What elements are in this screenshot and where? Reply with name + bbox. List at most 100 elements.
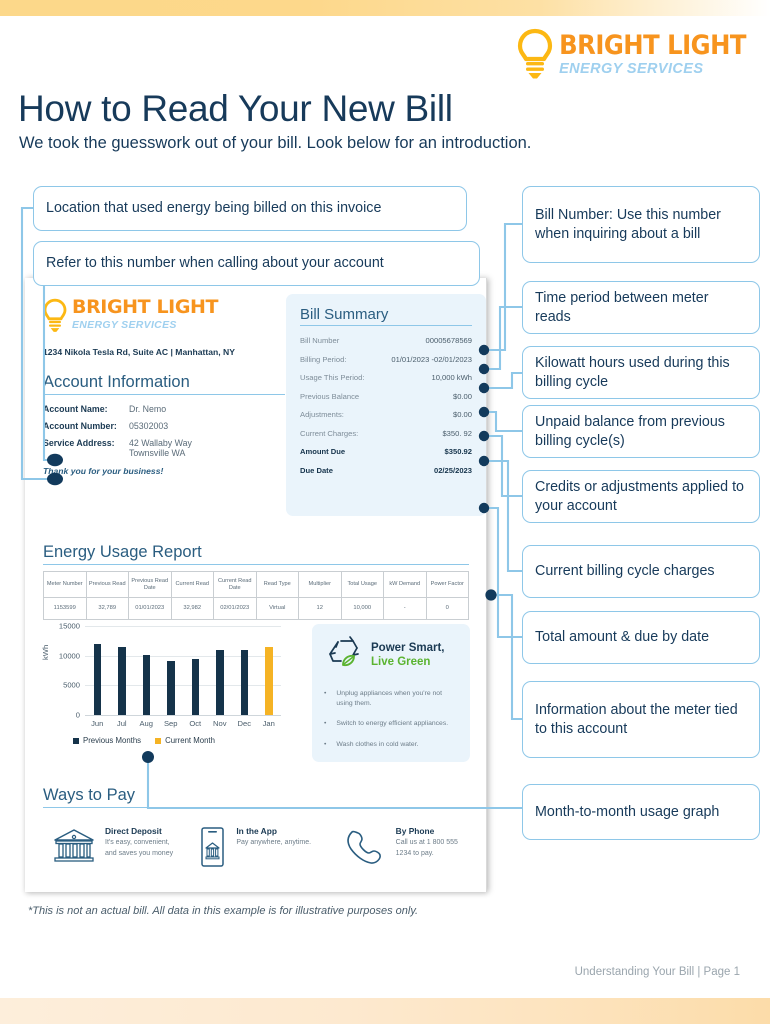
callout-location[interactable]: Location that used energy being billed o… xyxy=(33,186,467,231)
bullet-icon: • xyxy=(324,740,327,748)
chart-bar xyxy=(191,658,199,715)
col-current-read-date: Current Read Date xyxy=(213,571,257,598)
page-subtitle: We took the guesswork out of your bill. … xyxy=(19,134,532,152)
callout-meter-info[interactable]: Information about the meter tied to this… xyxy=(522,681,760,758)
usage-bar-chart: kWh 15000 10000 5000 0 Jun Jul Aug Sep Oct No… xyxy=(41,620,295,760)
cell-previous-read-date: 01/01/2023 xyxy=(128,597,172,620)
phone-app-icon xyxy=(196,826,228,873)
callout-billing-period-label: Time period between meter reads xyxy=(535,289,709,325)
chart-bar xyxy=(216,649,224,715)
col-multiplier: Multiplier xyxy=(298,571,342,598)
chart-x-axis-labels: Jun Jul Aug Sep Oct Nov Dec Jan xyxy=(85,719,281,728)
callout-kilowatt-hours[interactable]: Kilowatt hours used during this billing … xyxy=(522,346,760,399)
sample-bill-document: BRIGHT LIGHT ENERGY SERVICES 1234 Nikola… xyxy=(25,278,487,892)
cell-total-usage: 10,000 xyxy=(340,597,384,620)
chart-bar-column xyxy=(159,626,184,715)
account-name-label: Account Name: xyxy=(43,404,108,414)
chart-bar xyxy=(142,655,150,715)
chart-ytick: 15000 xyxy=(58,621,80,631)
col-power-factor: Power Factor xyxy=(425,571,469,598)
bill-brand-tagline: ENERGY SERVICES xyxy=(72,319,177,331)
service-address-value: 42 Wallaby Way Townsville WA xyxy=(129,438,192,458)
callout-account-number-label: Refer to this number when calling about … xyxy=(46,255,384,272)
chart-bar-column xyxy=(134,626,159,715)
pay-method-desc: Pay anywhere, anytime. xyxy=(236,839,312,846)
cell-current-read-date: 02/01/2023 xyxy=(213,597,257,620)
disclaimer-note: *This is not an actual bill. All data in… xyxy=(28,905,419,917)
energy-tips-list: • Unplug appliances when you're not using… xyxy=(324,689,458,750)
ways-to-pay-section: Ways to Pay Direct Deposit It's easy, co… xyxy=(43,786,469,873)
energy-usage-report: Energy Usage Report Meter Number Previou… xyxy=(43,543,469,620)
account-row: Account Name: Dr. Nemo xyxy=(43,404,285,414)
account-row: Account Number: 05302003 xyxy=(43,421,285,431)
pay-method-in-the-app: In the App Pay anywhere, anytime. xyxy=(196,826,323,873)
cell-read-type: Virtual xyxy=(255,597,299,620)
cell-previous-read: 32,789 xyxy=(85,597,129,620)
pay-method-title: In the App xyxy=(236,826,277,836)
chart-bar-column xyxy=(183,626,208,715)
summary-label: Adjustments: xyxy=(300,410,344,419)
legend-current-month: Current Month xyxy=(155,736,215,745)
callout-current-charges-label: Current billing cycle charges xyxy=(535,563,715,580)
bottom-accent-bar xyxy=(0,998,770,1024)
chart-xtick: Jun xyxy=(91,719,104,728)
callout-current-charges[interactable]: Current billing cycle charges xyxy=(522,545,760,598)
chart-xtick: Aug xyxy=(139,719,153,728)
account-number-label: Account Number: xyxy=(43,421,117,431)
callout-total-amount-due-label: Total amount & due by date xyxy=(535,629,710,646)
callout-credits-adjustments-label: Credits or adjustments applied to your a… xyxy=(535,478,745,514)
col-read-type: Read Type xyxy=(255,571,299,598)
power-smart-panel: Power Smart, Live Green • Unplug applianc… xyxy=(312,624,470,762)
callout-bill-number-label: Bill Number: Use this number when inquir… xyxy=(535,206,721,242)
account-information-block: Account Information Account Name: Dr. Ne… xyxy=(43,373,285,476)
summary-label: Due Date xyxy=(300,465,333,475)
col-current-read: Current Read xyxy=(170,571,214,598)
summary-row-billing-period: Billing Period: 01/01/2023 -02/01/2023 xyxy=(300,355,472,364)
poster-page: BRIGHT LIGHT ENERGY SERVICES How to Read… xyxy=(0,0,770,1024)
telephone-icon xyxy=(342,826,388,873)
thank-you-note: Thank you for your business! xyxy=(43,466,164,476)
tip-text: Switch to energy efficient appliances. xyxy=(336,720,449,728)
summary-value: $350. 92 xyxy=(442,428,472,438)
page-footer-label: Understanding Your Bill | Page 1 xyxy=(574,966,740,978)
summary-label: Usage This Period: xyxy=(300,373,365,382)
table-header-row: Meter Number Previous Read Previous Read… xyxy=(43,571,469,598)
col-previous-read: Previous Read xyxy=(85,571,129,598)
tip-text: Wash clothes in cold water. xyxy=(336,740,419,748)
bill-brand-name: BRIGHT LIGHT xyxy=(72,296,219,318)
callout-billing-period[interactable]: Time period between meter reads xyxy=(522,281,760,334)
legend-swatch-previous xyxy=(73,737,79,744)
legend-swatch-current xyxy=(155,737,162,744)
col-total-usage: Total Usage xyxy=(340,571,384,598)
service-address-label: Service Address: xyxy=(43,438,115,448)
pay-method-desc: Call us at 1 800 555 1234 to pay. xyxy=(395,839,458,857)
power-smart-header: Power Smart, Live Green xyxy=(324,634,458,677)
cell-meter-number: 1153599 xyxy=(43,597,87,620)
summary-row-adjustments: Adjustments: $0.00 xyxy=(300,410,472,419)
callout-total-amount-due[interactable]: Total amount & due by date xyxy=(522,611,760,664)
summary-value: $0.00 xyxy=(452,391,472,401)
summary-value: 01/01/2023 -02/01/2023 xyxy=(391,354,472,364)
pay-method-by-phone: By Phone Call us at 1 800 555 1234 to pa… xyxy=(342,826,469,873)
chart-bar xyxy=(240,649,248,715)
pay-method-desc: It's easy, convenient, and saves you mon… xyxy=(105,839,174,857)
chart-bar-column xyxy=(232,626,257,715)
callout-credits-adjustments[interactable]: Credits or adjustments applied to your a… xyxy=(522,470,760,523)
summary-label: Amount Due xyxy=(300,447,346,456)
chart-xtick: Oct xyxy=(189,719,202,728)
summary-value: 10,000 kWh xyxy=(431,373,472,382)
summary-value: 02/25/2023 xyxy=(433,465,472,475)
chart-xtick: Dec xyxy=(237,719,251,728)
callout-account-number[interactable]: Refer to this number when calling about … xyxy=(33,241,480,286)
bank-icon xyxy=(51,826,97,873)
callout-usage-graph[interactable]: Month-to-month usage graph xyxy=(522,784,760,840)
top-accent-bar xyxy=(0,0,770,16)
summary-value: $350.92 xyxy=(444,447,472,456)
pay-method-direct-deposit: Direct Deposit It's easy, convenient, an… xyxy=(51,826,178,873)
chart-bar-column xyxy=(208,626,233,715)
chart-xtick: Nov xyxy=(212,719,227,728)
callout-bill-number[interactable]: Bill Number: Use this number when inquir… xyxy=(522,186,760,263)
callout-unpaid-balance[interactable]: Unpaid balance from previous billing cyc… xyxy=(522,405,760,458)
summary-row-bill-number: Bill Number 00005678569 xyxy=(300,336,472,345)
col-kw-demand: kW Demand xyxy=(383,571,427,598)
